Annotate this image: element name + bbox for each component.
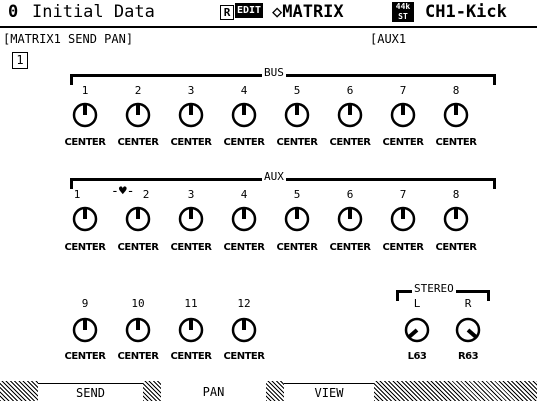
aux-extra-pan-value: CENTER: [170, 351, 212, 362]
stereo-label: STEREO: [412, 282, 456, 295]
bus-pan-value: CENTER: [170, 137, 212, 148]
aux-knob[interactable]: [441, 204, 471, 234]
bus-number: 6: [346, 84, 354, 97]
aux-number: 4: [240, 188, 248, 201]
aux-pan-value: CENTER: [382, 242, 424, 253]
stereo-left-label: L: [413, 297, 421, 310]
aux-extra-pan-value: CENTER: [117, 351, 159, 362]
bus-number: 7: [399, 84, 407, 97]
aux-pan-value: CENTER: [276, 242, 318, 253]
screen-title: ◇MATRIX: [272, 2, 344, 22]
aux-label: AUX: [262, 170, 286, 183]
bus-knob[interactable]: [388, 100, 418, 130]
stereo-right-knob[interactable]: [453, 315, 483, 345]
aux-extra-number: 11: [184, 297, 198, 310]
bus-number: 3: [187, 84, 195, 97]
bus-pan-value: CENTER: [276, 137, 318, 148]
sampling-mode: ST: [398, 12, 408, 21]
bus-knob[interactable]: [229, 100, 259, 130]
aux-extra-knob[interactable]: [229, 315, 259, 345]
bus-pan-value: CENTER: [435, 137, 477, 148]
channel-name: CH1-Kick: [425, 2, 507, 22]
aux-extra-number: 12: [237, 297, 251, 310]
stereo-left-knob[interactable]: [402, 315, 432, 345]
tab-bar: SEND PAN VIEW: [0, 381, 537, 403]
aux-extra-knob[interactable]: [176, 315, 206, 345]
scene-number: 0: [8, 2, 19, 22]
aux-extra-knob[interactable]: [70, 315, 100, 345]
aux-knob[interactable]: [229, 204, 259, 234]
aux-extra-pan-value: CENTER: [64, 351, 106, 362]
bus-pan-value: CENTER: [223, 137, 265, 148]
aux-pan-value: CENTER: [329, 242, 371, 253]
aux-number: 5: [293, 188, 301, 201]
aux-pan-value: CENTER: [170, 242, 212, 253]
aux-pan-value: CENTER: [64, 242, 106, 253]
aux-pan-value: CENTER: [223, 242, 265, 253]
section-title: [MATRIX1 SEND PAN]: [3, 32, 134, 46]
bus-pan-value: CENTER: [64, 137, 106, 148]
bus-pan-value: CENTER: [382, 137, 424, 148]
aux-knob[interactable]: [388, 204, 418, 234]
aux-knob[interactable]: [282, 204, 312, 234]
r-badge: R: [220, 5, 234, 20]
bus-number: 2: [134, 84, 142, 97]
aux-extra-number: 9: [81, 297, 89, 310]
bus-number: 5: [293, 84, 301, 97]
tab-divider-2: [266, 381, 284, 401]
status-bar: 0 Initial Data R EDIT ◇MATRIX 44k ST CH1…: [0, 0, 537, 28]
sampling-badge: 44k ST: [392, 2, 414, 22]
aux-knob[interactable]: [176, 204, 206, 234]
scene-name: Initial Data: [32, 2, 155, 22]
bus-knob[interactable]: [282, 100, 312, 130]
tab-filler-left: [0, 381, 38, 401]
edit-badge: EDIT: [235, 3, 264, 18]
tab-view[interactable]: VIEW: [284, 383, 374, 402]
aux-knob[interactable]: [335, 204, 365, 234]
bus-pan-value: CENTER: [329, 137, 371, 148]
bus-number: 1: [81, 84, 89, 97]
page-number: 1: [12, 52, 28, 69]
bus-pan-value: CENTER: [117, 137, 159, 148]
bus-knob[interactable]: [176, 100, 206, 130]
aux-pan-value: CENTER: [435, 242, 477, 253]
stereo-right-label: R: [464, 297, 472, 310]
tab-divider-1: [143, 381, 161, 401]
aux-extra-knob[interactable]: [123, 315, 153, 345]
tab-send[interactable]: SEND: [38, 383, 143, 402]
aux-knob[interactable]: [70, 204, 100, 234]
bus-knob[interactable]: [441, 100, 471, 130]
aux-title: [AUX1: [370, 32, 407, 46]
aux-number: 6: [346, 188, 354, 201]
aux-extra-pan-value: CENTER: [223, 351, 265, 362]
aux-number: 3: [187, 188, 195, 201]
bus-label: BUS: [262, 66, 286, 79]
matrix-pan-screen: 0 Initial Data R EDIT ◇MATRIX 44k ST CH1…: [0, 0, 537, 403]
aux-number: 1: [73, 188, 81, 201]
bus-number: 8: [452, 84, 460, 97]
aux-number: 2: [142, 188, 150, 201]
aux-extra-number: 10: [131, 297, 145, 310]
bus-knob[interactable]: [123, 100, 153, 130]
tab-filler-right: [374, 381, 537, 401]
aux-number: 7: [399, 188, 407, 201]
bus-knob[interactable]: [335, 100, 365, 130]
bus-knob[interactable]: [70, 100, 100, 130]
tab-pan[interactable]: PAN: [161, 383, 266, 401]
aux-pan-value: CENTER: [117, 242, 159, 253]
stereo-right-value: R63: [457, 351, 479, 362]
stereo-left-value: L63: [407, 351, 427, 362]
aux-knob[interactable]: [123, 204, 153, 234]
sampling-rate: 44k: [395, 2, 411, 11]
bus-number: 4: [240, 84, 248, 97]
aux-number: 8: [452, 188, 460, 201]
